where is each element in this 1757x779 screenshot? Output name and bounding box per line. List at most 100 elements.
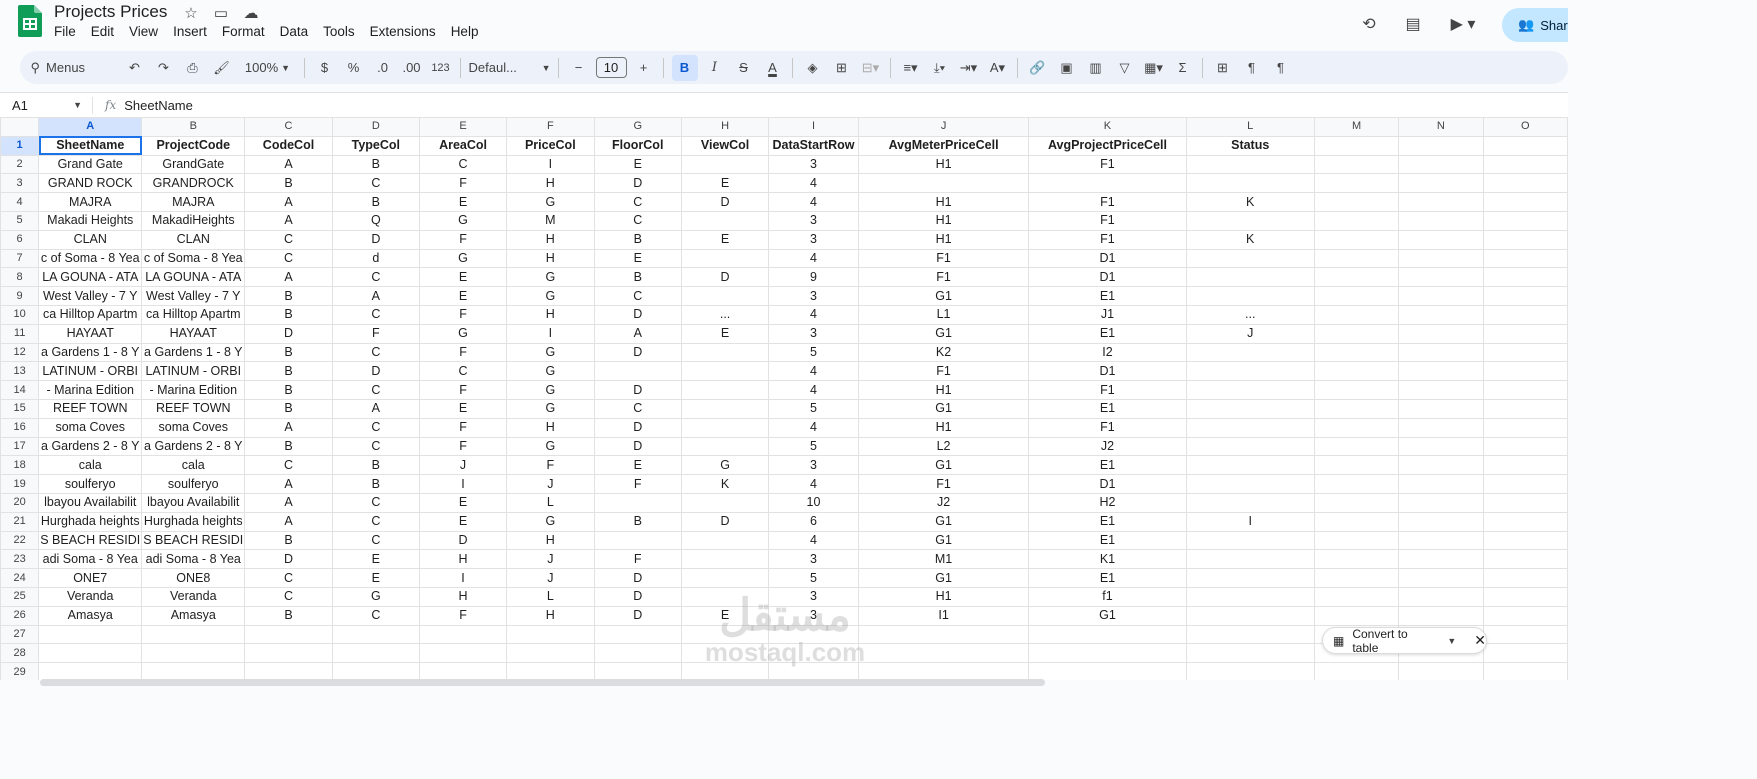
cell-k20[interactable]: H2 (1028, 492, 1187, 513)
more-formats-button[interactable]: 123 (429, 55, 453, 81)
cell-f14[interactable]: G (506, 380, 595, 400)
cell-d12[interactable]: C (331, 342, 420, 363)
cell-e13[interactable]: C (418, 361, 508, 382)
cell-n2[interactable] (1398, 154, 1484, 175)
cell-g19[interactable]: F (593, 474, 682, 494)
row-header[interactable]: 14 (0, 380, 40, 400)
cell-m16[interactable] (1313, 417, 1400, 438)
cell-g20[interactable] (593, 492, 682, 513)
cell-o13[interactable] (1482, 361, 1568, 382)
cell-g25[interactable]: D (593, 586, 682, 607)
cell-j5[interactable]: H1 (857, 210, 1030, 231)
cell-b9[interactable]: West Valley - 7 Y (141, 286, 246, 306)
cell-m3[interactable] (1313, 173, 1400, 194)
cell-j2[interactable]: H1 (857, 154, 1030, 175)
cell-m10[interactable] (1313, 304, 1400, 325)
cell-b12[interactable]: a Gardens 1 - 8 Y (141, 342, 246, 363)
cell-a16[interactable]: soma Coves (38, 417, 143, 438)
cell-b18[interactable]: cala (141, 455, 246, 476)
cell-b25[interactable]: Veranda (141, 586, 246, 607)
text-color-button[interactable]: A (761, 55, 785, 81)
column-header-h[interactable]: H (680, 117, 770, 137)
cell-l23[interactable] (1185, 549, 1315, 570)
cell-a21[interactable]: Hurghada heights (38, 511, 143, 532)
cell-j16[interactable]: H1 (857, 417, 1030, 438)
cell-a19[interactable]: soulferyo (38, 474, 143, 494)
cell-b19[interactable]: soulferyo (141, 474, 246, 494)
cell-d11[interactable]: F (331, 323, 420, 344)
cell-e9[interactable]: E (418, 286, 508, 306)
cell-d13[interactable]: D (331, 361, 420, 382)
cell-l17[interactable] (1185, 436, 1315, 457)
cell-j17[interactable]: L2 (857, 436, 1030, 457)
cell-j21[interactable]: G1 (857, 511, 1030, 532)
cell-a9[interactable]: West Valley - 7 Y (38, 286, 143, 306)
cell-o19[interactable] (1482, 474, 1568, 494)
cell-o27[interactable] (1482, 624, 1568, 645)
cell-a11[interactable]: HAYAAT (38, 323, 143, 344)
cell-g18[interactable]: E (593, 455, 682, 476)
cell-c5[interactable]: A (244, 210, 333, 231)
cell-k1[interactable]: AvgProjectPriceCell (1028, 135, 1187, 156)
cell-i3[interactable]: 4 (768, 173, 859, 194)
cell-c2[interactable]: A (244, 154, 333, 175)
cell-b21[interactable]: Hurghada heights (141, 511, 246, 532)
cell-j27[interactable] (857, 624, 1030, 645)
cell-k28[interactable] (1028, 643, 1187, 664)
cell-n8[interactable] (1398, 267, 1484, 288)
cell-o2[interactable] (1482, 154, 1568, 175)
cell-o24[interactable] (1482, 568, 1568, 588)
cell-c19[interactable]: A (244, 474, 333, 494)
cell-j19[interactable]: F1 (857, 474, 1030, 494)
menu-insert[interactable]: Insert (173, 24, 207, 39)
cell-f25[interactable]: L (506, 586, 595, 607)
cell-g15[interactable]: C (593, 398, 682, 419)
cell-c11[interactable]: D (244, 323, 333, 344)
search-menus-button[interactable]: ⚲ Menus (23, 55, 118, 81)
cell-e18[interactable]: J (418, 455, 508, 476)
cell-b23[interactable]: adi Soma - 8 Yea (141, 549, 246, 570)
cell-e19[interactable]: I (418, 474, 508, 494)
cell-b1[interactable]: ProjectCode (141, 135, 246, 156)
cell-a26[interactable]: Amasya (38, 605, 143, 626)
cell-h12[interactable] (680, 342, 770, 363)
cell-h19[interactable]: K (680, 474, 770, 494)
cell-o26[interactable] (1482, 605, 1568, 626)
cell-d26[interactable]: C (331, 605, 420, 626)
redo-icon[interactable]: ↷ (152, 55, 176, 81)
cell-h17[interactable] (680, 436, 770, 457)
cell-m19[interactable] (1313, 474, 1400, 494)
cell-n18[interactable] (1398, 455, 1484, 476)
row-header[interactable]: 26 (0, 605, 40, 626)
cell-o25[interactable] (1482, 586, 1568, 607)
cell-l15[interactable] (1185, 398, 1315, 419)
cell-n13[interactable] (1398, 361, 1484, 382)
cell-b20[interactable]: lbayou Availabilit (141, 492, 246, 513)
cell-g1[interactable]: FloorCol (593, 135, 682, 156)
cell-d10[interactable]: C (331, 304, 420, 325)
cell-c3[interactable]: B (244, 173, 333, 194)
merge-cells-icon[interactable]: ⊟▾ (859, 55, 883, 81)
row-header[interactable]: 23 (0, 549, 40, 570)
star-icon[interactable]: ☆ (181, 4, 201, 22)
column-header-f[interactable]: F (506, 117, 595, 137)
insert-chart-icon[interactable]: ▥ (1084, 55, 1108, 81)
row-header[interactable]: 22 (0, 530, 40, 551)
cell-a17[interactable]: a Gardens 2 - 8 Y (38, 436, 143, 457)
cell-d7[interactable]: d (331, 248, 420, 269)
cell-m24[interactable] (1313, 568, 1400, 588)
cell-k29[interactable] (1028, 662, 1187, 680)
cell-f10[interactable]: H (506, 304, 595, 325)
cell-i9[interactable]: 3 (768, 286, 859, 306)
cell-m22[interactable] (1313, 530, 1400, 551)
cell-d28[interactable] (331, 643, 420, 664)
cell-o21[interactable] (1482, 511, 1568, 532)
cell-h5[interactable] (680, 210, 770, 231)
cell-l27[interactable] (1185, 624, 1315, 645)
cell-e11[interactable]: G (418, 323, 508, 344)
cell-i11[interactable]: 3 (768, 323, 859, 344)
cell-o5[interactable] (1482, 210, 1568, 231)
cell-h8[interactable]: D (680, 267, 770, 288)
cell-o3[interactable] (1482, 173, 1568, 194)
cell-b17[interactable]: a Gardens 2 - 8 Y (141, 436, 246, 457)
